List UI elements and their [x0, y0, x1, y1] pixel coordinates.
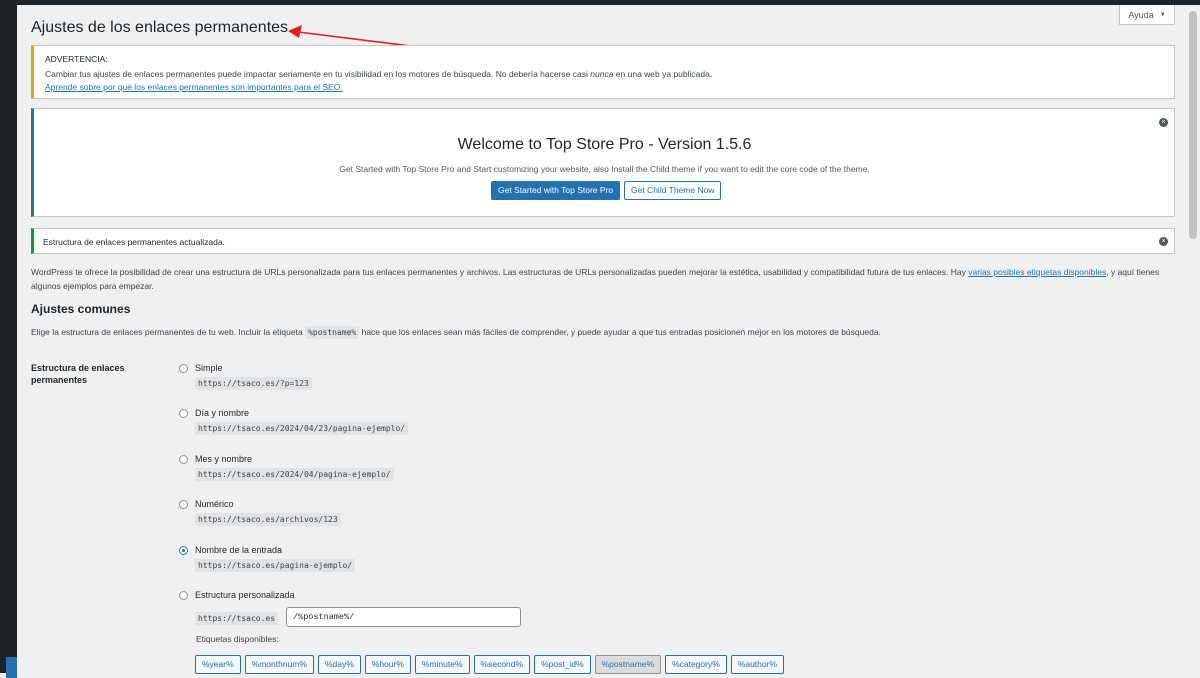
option-label: Numérico: [195, 499, 234, 509]
tag-year-button[interactable]: %year%: [195, 655, 241, 674]
warning-title: ADVERTENCIA:: [45, 54, 108, 64]
get-child-theme-button[interactable]: Get Child Theme Now: [624, 181, 722, 200]
available-tags-label: Etiquetas disponibles:: [196, 634, 279, 644]
page-title: Ajustes de los enlaces permanentes: [31, 19, 289, 36]
seo-learn-more-link[interactable]: Aprende sobre por qué los enlaces perman…: [45, 82, 1163, 92]
welcome-description: Get Started with Top Store Pro and Start…: [339, 164, 870, 174]
section-description: Elige la estructura de enlaces permanent…: [31, 326, 881, 339]
welcome-heading: Welcome to Top Store Pro - Version 1.5.6: [457, 136, 752, 153]
custom-structure-base-url: https://tsaco.es: [195, 612, 279, 625]
help-tab-button[interactable]: Ayuda ▼: [1119, 5, 1175, 25]
option-label: Estructura personalizada: [195, 590, 295, 600]
available-tags-link[interactable]: varias posibles etiquetas disponibles: [968, 267, 1106, 277]
radio-day-name[interactable]: [179, 409, 188, 418]
tag-minute-button[interactable]: %minute%: [414, 655, 470, 674]
radio-month-name[interactable]: [179, 455, 188, 464]
option-label: Día y nombre: [195, 408, 250, 418]
option-example: https://tsaco.es/pagina-ejemplo/: [195, 559, 356, 572]
sidebar-active-marker: [6, 657, 17, 678]
radio-custom-structure[interactable]: [179, 591, 188, 600]
chevron-down-icon: ▼: [1159, 11, 1166, 18]
custom-structure-input[interactable]: /%postname%/: [286, 607, 521, 627]
option-label: Mes y nombre: [195, 454, 253, 464]
tag-day-button[interactable]: %day%: [317, 655, 361, 674]
tag-author-button[interactable]: %author%: [730, 655, 784, 674]
scrollbar-thumb[interactable]: [1189, 11, 1197, 239]
tag-monthnum-button[interactable]: %monthnum%: [244, 655, 314, 674]
option-example: https://tsaco.es/2024/04/23/pagina-ejemp…: [195, 422, 409, 435]
warning-notice: ADVERTENCIA: Cambiar tus ajustes de enla…: [31, 45, 1175, 99]
radio-numeric[interactable]: [179, 500, 188, 509]
available-tags-list: %year% %monthnum% %day% %hour% %minute% …: [195, 655, 784, 674]
close-icon[interactable]: ×: [1159, 237, 1168, 246]
option-example: https://tsaco.es/?p=123: [195, 377, 312, 390]
welcome-panel: Welcome to Top Store Pro - Version 1.5.6…: [31, 108, 1175, 217]
get-started-button[interactable]: Get Started with Top Store Pro: [491, 181, 621, 200]
page-scrollbar[interactable]: [1186, 5, 1200, 673]
tag-post-id-button[interactable]: %post_id%: [534, 655, 591, 674]
radio-post-name[interactable]: [179, 546, 188, 555]
option-label: Nombre de la entrada: [195, 545, 283, 555]
option-example: https://tsaco.es/2024/04/pagina-ejemplo/: [195, 468, 394, 481]
option-example: https://tsaco.es/archivos/123: [195, 513, 341, 526]
radio-simple[interactable]: [179, 364, 188, 373]
option-label: Simple: [195, 363, 223, 373]
close-icon[interactable]: ×: [1159, 118, 1168, 127]
success-notice: Estructura de enlaces permanentes actual…: [31, 228, 1175, 254]
admin-sidebar: [0, 5, 17, 678]
warning-text: Cambiar tus ajustes de enlaces permanent…: [45, 69, 713, 79]
permalink-structure-label: Estructura de enlaces permanentes: [31, 363, 125, 385]
help-tab-label: Ayuda: [1128, 9, 1154, 20]
tag-category-button[interactable]: %category%: [665, 655, 727, 674]
tag-hour-button[interactable]: %hour%: [364, 655, 411, 674]
admin-top-bar: [0, 0, 1200, 5]
success-notice-text: Estructura de enlaces permanentes actual…: [43, 237, 225, 247]
intro-text: WordPress te ofrece la posibilidad de cr…: [31, 267, 1160, 291]
section-title: Ajustes comunes: [31, 302, 131, 316]
tag-postname-button[interactable]: %postname%: [594, 655, 662, 674]
tag-second-button[interactable]: %second%: [473, 655, 531, 674]
